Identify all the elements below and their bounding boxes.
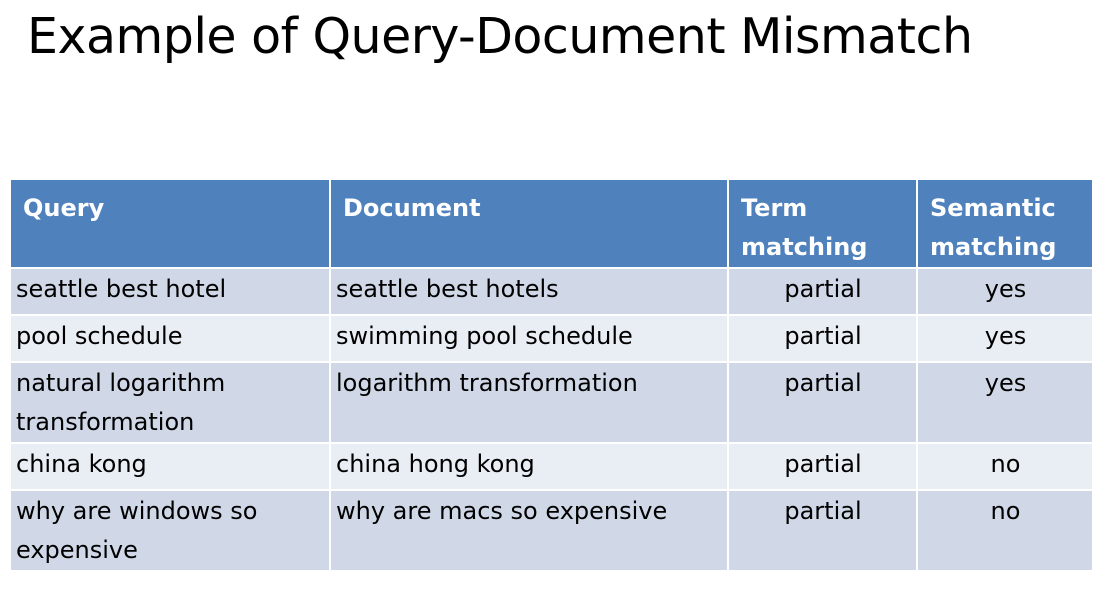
cell-query: seattle best hotel: [9, 267, 331, 316]
table-header-row: Query Document Term matching Semantic ma…: [9, 178, 1094, 269]
table-row: natural logarithm transformation logarit…: [9, 361, 1094, 444]
cell-semantic-matching: yes: [916, 361, 1094, 444]
cell-document: china hong kong: [329, 442, 729, 491]
cell-query: china kong: [9, 442, 331, 491]
query-document-table: Query Document Term matching Semantic ma…: [9, 178, 1094, 572]
cell-query: why are windows so expensive: [9, 489, 331, 572]
table-row: seattle best hotel seattle best hotels p…: [9, 267, 1094, 316]
cell-query: natural logarithm transformation: [9, 361, 331, 444]
cell-semantic-matching: no: [916, 489, 1094, 572]
header-term-matching: Term matching: [727, 178, 918, 269]
cell-term-matching: partial: [727, 361, 918, 444]
table-row: china kong china hong kong partial no: [9, 442, 1094, 491]
header-document: Document: [329, 178, 729, 269]
cell-document: why are macs so expensive: [329, 489, 729, 572]
cell-term-matching: partial: [727, 442, 918, 491]
header-query: Query: [9, 178, 331, 269]
slide-title: Example of Query-Document Mismatch: [27, 8, 973, 65]
table-row: why are windows so expensive why are mac…: [9, 489, 1094, 572]
cell-semantic-matching: yes: [916, 267, 1094, 316]
cell-document: seattle best hotels: [329, 267, 729, 316]
cell-term-matching: partial: [727, 489, 918, 572]
cell-term-matching: partial: [727, 267, 918, 316]
cell-document: swimming pool schedule: [329, 314, 729, 363]
cell-semantic-matching: yes: [916, 314, 1094, 363]
cell-query: pool schedule: [9, 314, 331, 363]
table-row: pool schedule swimming pool schedule par…: [9, 314, 1094, 363]
cell-document: logarithm transformation: [329, 361, 729, 444]
cell-semantic-matching: no: [916, 442, 1094, 491]
cell-term-matching: partial: [727, 314, 918, 363]
header-semantic-matching: Semantic matching: [916, 178, 1094, 269]
